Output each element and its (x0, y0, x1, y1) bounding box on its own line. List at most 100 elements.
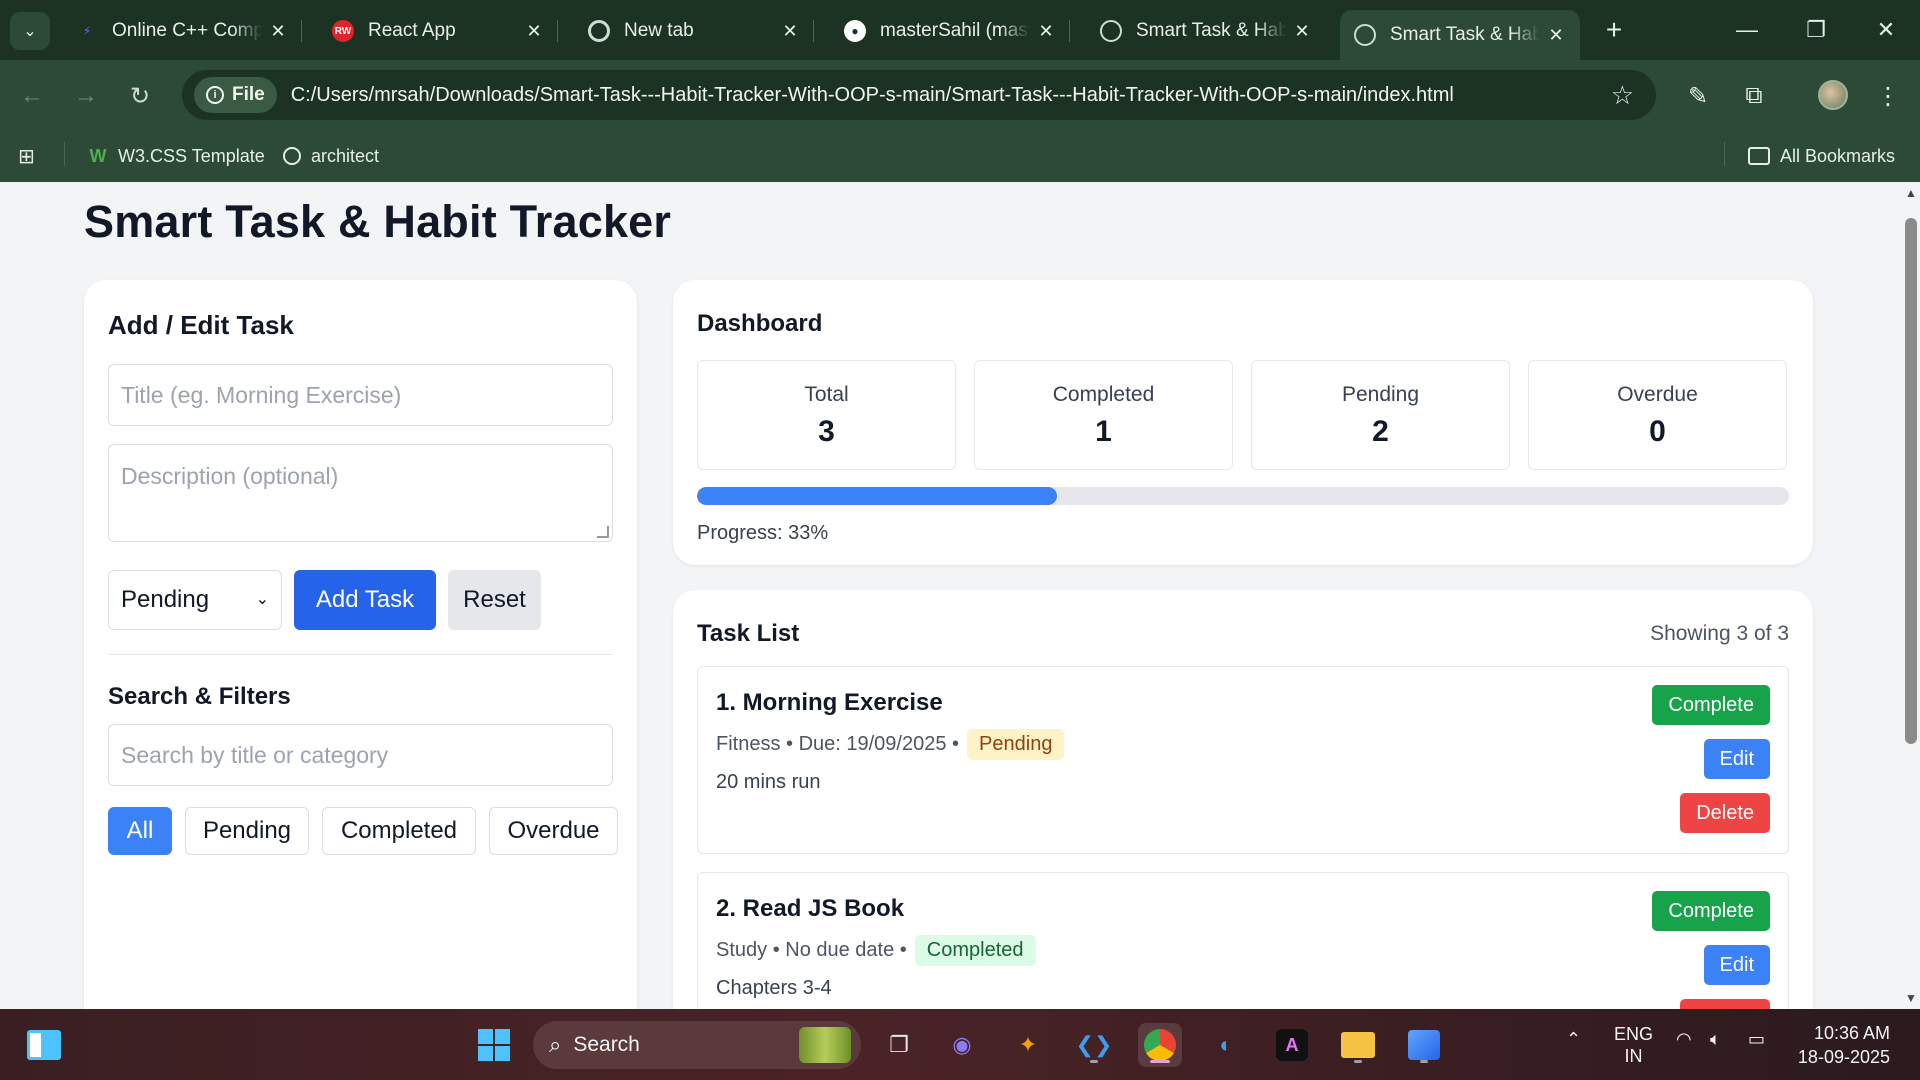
reload-icon[interactable]: ↻ (122, 78, 158, 114)
form-heading: Add / Edit Task (108, 310, 294, 340)
bookmark-label: W3.CSS Template (118, 145, 265, 166)
close-tab-icon[interactable]: ✕ (780, 21, 800, 42)
tab-title: Smart Task & Habi (1136, 20, 1286, 41)
title-input[interactable]: Title (eg. Morning Exercise) (108, 364, 613, 426)
stat-completed: Completed 1 (974, 360, 1233, 470)
filter-pending-button[interactable]: Pending (185, 807, 309, 855)
delete-button[interactable]: Delete (1680, 999, 1770, 1009)
reset-button[interactable]: Reset (448, 570, 541, 630)
page-viewport: Smart Task & Habit Tracker Add / Edit Ta… (0, 182, 1920, 1009)
tab-react-app[interactable]: RW React App ✕ (318, 10, 558, 52)
apps-grid-icon[interactable]: ⊞ (18, 142, 35, 170)
back-arrow-icon[interactable]: ← (14, 78, 50, 114)
tab-new-tab[interactable]: New tab ✕ (574, 10, 814, 52)
tab-search-chevron-icon[interactable]: ⌄ (10, 12, 50, 50)
widgets-icon[interactable] (22, 1023, 66, 1067)
all-bookmarks[interactable]: All Bookmarks (1748, 142, 1895, 170)
site-info-chip[interactable]: i File (194, 77, 277, 113)
task-meta-text: Study • No due date • (716, 939, 907, 961)
new-tab-plus-icon[interactable]: + (1598, 14, 1630, 46)
filter-completed-button[interactable]: Completed (322, 807, 476, 855)
title-input-placeholder: Title (eg. Morning Exercise) (121, 381, 402, 408)
tab-online-cpp[interactable]: ⚡ Online C++ Compi ✕ (62, 10, 302, 52)
globe-favicon-icon (1100, 20, 1122, 42)
chrome-favicon-icon (588, 20, 610, 42)
edit-button[interactable]: Edit (1703, 945, 1770, 985)
chevron-down-icon: ⌄ (255, 591, 269, 608)
bookmark-star-icon[interactable]: ☆ (1611, 80, 1634, 111)
url-text[interactable]: C:/Users/mrsah/Downloads/Smart-Task---Ha… (291, 84, 1454, 107)
taskbar-search[interactable]: ⌕ Search (533, 1021, 861, 1069)
windows-start-icon[interactable] (472, 1023, 516, 1067)
section-divider (108, 654, 613, 655)
wifi-icon[interactable]: ◠ (1676, 1029, 1692, 1050)
scrollbar-thumb[interactable] (1905, 218, 1917, 744)
react-favicon-icon: RW (332, 20, 354, 42)
stat-label: Overdue (1617, 383, 1698, 406)
add-task-button[interactable]: Add Task (294, 570, 436, 630)
minimize-icon[interactable]: — (1727, 12, 1767, 48)
close-tab-icon[interactable]: ✕ (1292, 21, 1312, 42)
file-explorer-icon[interactable] (1336, 1023, 1380, 1067)
bookmark-w3css[interactable]: W W3.CSS Template (88, 142, 265, 170)
address-bar[interactable]: i File C:/Users/mrsah/Downloads/Smart-Ta… (182, 70, 1656, 120)
edit-button[interactable]: Edit (1703, 739, 1770, 779)
folder-icon (1748, 147, 1770, 165)
photos-app-icon[interactable] (1402, 1023, 1446, 1067)
status-selected-value: Pending (121, 586, 210, 613)
close-tab-icon[interactable]: ✕ (1546, 25, 1566, 46)
scroll-up-arrow-icon[interactable]: ▲ (1905, 186, 1917, 200)
close-tab-icon[interactable]: ✕ (268, 21, 288, 42)
restore-icon[interactable]: ❐ (1796, 12, 1836, 48)
tab-smart-task-active[interactable]: Smart Task & Habi ✕ (1340, 10, 1580, 60)
extensions-puzzle-icon[interactable]: ⧉ (1734, 76, 1774, 116)
chrome-taskbar-icon[interactable] (1138, 1023, 1182, 1067)
clock-time: 10:36 AM (1813, 1023, 1890, 1043)
system-clock[interactable]: 10:36 AM 18-09-2025 (1798, 1021, 1890, 1069)
eyedropper-icon[interactable]: ✎ (1678, 76, 1718, 116)
task-view-icon[interactable]: ❐ (877, 1023, 921, 1067)
task-name: 2. Read JS Book (716, 895, 905, 922)
tab-title: New tab (624, 20, 694, 41)
vscode-icon[interactable]: ❮❯ (1072, 1023, 1116, 1067)
close-tab-icon[interactable]: ✕ (524, 21, 544, 42)
complete-button[interactable]: Complete (1652, 891, 1770, 931)
copilot-icon[interactable]: ✦ (1006, 1023, 1050, 1067)
search-input[interactable]: Search by title or category (108, 724, 613, 786)
profile-avatar[interactable] (1818, 80, 1848, 110)
bookmark-architect[interactable]: architect (283, 142, 379, 170)
scroll-down-arrow-icon[interactable]: ▼ (1905, 991, 1917, 1005)
task-form-card: Add / Edit Task Title (eg. Morning Exerc… (84, 280, 637, 1009)
tab-smart-task-1[interactable]: Smart Task & Habi ✕ (1086, 10, 1326, 52)
filter-overdue-button[interactable]: Overdue (489, 807, 618, 855)
stat-pending: Pending 2 (1251, 360, 1510, 470)
resize-handle-icon[interactable] (597, 526, 609, 538)
language-indicator[interactable]: ENG IN (1614, 1023, 1653, 1067)
volume-icon[interactable]: 🔈︎ (1710, 1029, 1721, 1050)
page-scrollbar[interactable]: ▲ ▼ (1902, 182, 1920, 1009)
task-list-card: Task List Showing 3 of 3 1. Morning Exer… (673, 590, 1813, 1009)
forward-arrow-icon[interactable]: → (68, 78, 104, 114)
tab-title: Online C++ Compi (112, 20, 262, 41)
close-window-icon[interactable]: ✕ (1866, 12, 1906, 48)
delete-button[interactable]: Delete (1680, 793, 1770, 833)
bookmarks-bar: ⊞ W W3.CSS Template architect All Bookma… (0, 130, 1920, 182)
tab-title: masterSahil (maste (880, 20, 1030, 41)
teams-meet-icon[interactable]: ◉ (940, 1023, 984, 1067)
tray-chevron-up-icon[interactable]: ⌃ (1566, 1029, 1581, 1050)
filter-all-button[interactable]: All (108, 807, 172, 855)
complete-button[interactable]: Complete (1652, 685, 1770, 725)
dashboard-heading: Dashboard (697, 310, 823, 337)
kebab-menu-icon[interactable]: ⋮ (1868, 76, 1908, 116)
stat-value: 3 (818, 415, 835, 448)
description-textarea[interactable]: Description (optional) (108, 444, 613, 542)
edge-icon[interactable]: ◐ (1204, 1023, 1248, 1067)
filters-heading: Search & Filters (108, 683, 291, 710)
battery-icon[interactable]: ▭ (1748, 1029, 1765, 1050)
tab-github[interactable]: ● masterSahil (maste ✕ (830, 10, 1070, 52)
lang-line-2: IN (1624, 1046, 1643, 1066)
adobe-acrobat-icon[interactable]: A (1270, 1023, 1314, 1067)
close-tab-icon[interactable]: ✕ (1036, 21, 1056, 42)
status-select[interactable]: Pending ⌄ (108, 570, 282, 630)
progress-text: Progress: 33% (697, 522, 829, 544)
